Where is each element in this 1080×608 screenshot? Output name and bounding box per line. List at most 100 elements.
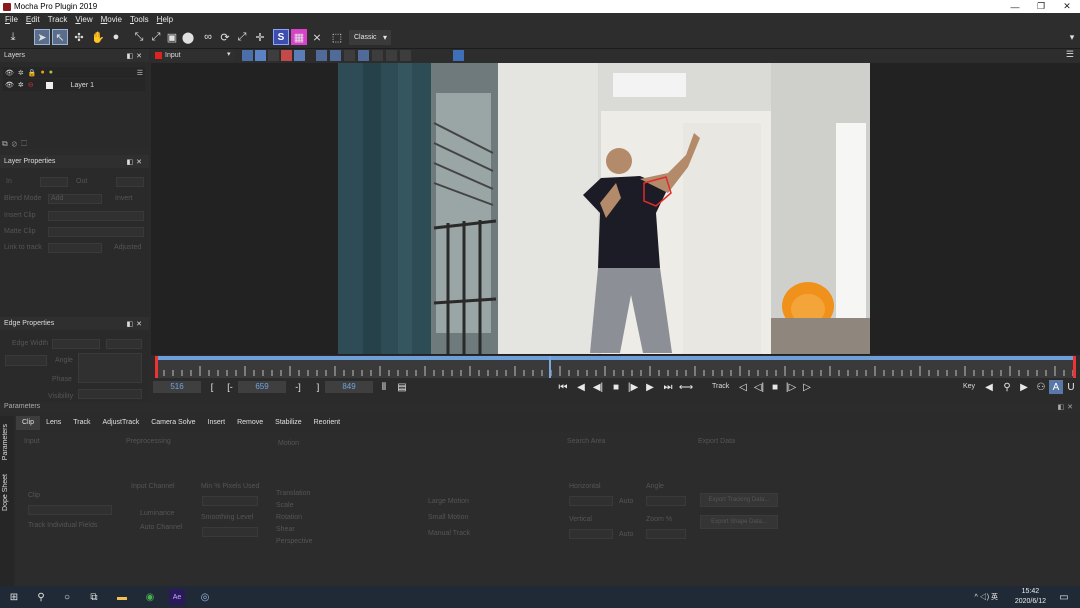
add-key-icon[interactable]: ⚲ <box>1000 380 1014 394</box>
view-options-icon[interactable] <box>358 50 369 61</box>
toolbar-menu-icon[interactable]: ▾ <box>1064 29 1080 45</box>
after-effects-icon[interactable]: Ae <box>169 589 185 605</box>
out-bracket-icon[interactable]: ] <box>311 380 325 394</box>
next-key-icon[interactable]: ▶ <box>1017 380 1031 394</box>
system-tray[interactable]: ^ ◁) 英 <box>974 592 998 602</box>
play-icon[interactable]: ▶ <box>643 380 657 394</box>
track-frame-back-icon[interactable]: ◁| <box>752 380 766 394</box>
mask-icon[interactable] <box>294 50 305 61</box>
link-icon[interactable] <box>268 50 279 61</box>
vertical-field[interactable] <box>569 529 613 539</box>
panel-controls-icon[interactable]: ◧✕ <box>127 52 145 60</box>
view-edit-icon[interactable] <box>344 50 355 61</box>
overlay-icon[interactable] <box>281 50 292 61</box>
min-pixels-used-field[interactable] <box>202 496 258 506</box>
viewer-menu-icon[interactable]: ☰ <box>1066 49 1074 60</box>
menu-movie[interactable]: Movie <box>101 15 122 24</box>
rgb-icon[interactable] <box>242 50 253 61</box>
crosshair-icon[interactable]: ✛ <box>252 29 268 45</box>
layer-color-swatch[interactable] <box>45 81 53 89</box>
export-shape-data-button[interactable]: Export Shape Data... <box>700 515 778 529</box>
alpha-icon[interactable] <box>255 50 266 61</box>
translation-checkbox[interactable]: Translation <box>276 490 310 497</box>
edge-width-button[interactable] <box>106 339 142 349</box>
cache-icon[interactable]: ▤ <box>395 380 409 394</box>
lock-icon[interactable]: ⊖ <box>28 81 34 89</box>
zoom-icon[interactable]: ● <box>108 29 124 45</box>
shear-checkbox[interactable]: Shear <box>276 526 295 533</box>
visibility-field[interactable] <box>78 389 142 399</box>
clip-select[interactable] <box>28 505 112 515</box>
track-backward-icon[interactable]: ◁ <box>736 380 750 394</box>
layer-name[interactable]: Layer 1 <box>71 82 94 89</box>
transform-icon[interactable]: ⤡ <box>131 29 147 45</box>
input-dropdown[interactable]: Input <box>163 50 235 61</box>
menu-help[interactable]: Help <box>157 15 173 24</box>
prev-key-icon[interactable]: ◀ <box>982 380 996 394</box>
visibility-icon[interactable]: 👁 <box>5 69 14 77</box>
clock[interactable]: 15:42 2020/6/12 <box>1015 587 1046 607</box>
scale-checkbox[interactable]: Scale <box>276 502 294 509</box>
track-individual-fields-label[interactable]: Track Individual Fields <box>28 522 97 529</box>
surface-button[interactable]: S <box>273 29 289 45</box>
trim-icon[interactable]: ⫴ <box>377 380 391 394</box>
menu-edit[interactable]: Edit <box>26 15 40 24</box>
layer-row[interactable]: 👁 ✲ ⊖ Layer 1 <box>3 79 145 91</box>
pan-icon[interactable] <box>372 50 383 61</box>
track-stop-icon[interactable]: ■ <box>768 380 782 394</box>
mocha-icon[interactable]: ◎ <box>197 589 213 605</box>
autokey-icon[interactable]: A <box>1049 380 1063 394</box>
out-frame-field[interactable]: 849 <box>325 381 373 393</box>
frame-icon[interactable]: ⬚ <box>329 29 345 45</box>
notification-icon[interactable]: ▭ <box>1056 589 1072 605</box>
in-field[interactable] <box>40 177 68 187</box>
insert-clip-select[interactable] <box>48 211 144 221</box>
save-icon[interactable]: ⤓ <box>5 29 21 45</box>
blend-mode-select[interactable]: Add <box>48 194 102 204</box>
minimize-button[interactable]: — <box>1002 0 1028 13</box>
bezier-icon[interactable]: ⟳ <box>217 29 233 45</box>
matte-clip-select[interactable] <box>48 227 144 237</box>
in-frame-field[interactable]: 659 <box>238 381 286 393</box>
edge-mode-button[interactable] <box>5 355 47 366</box>
link-to-track-select[interactable] <box>48 243 102 253</box>
panel-controls-icon[interactable]: ◧✕ <box>127 320 145 328</box>
task-view-icon[interactable]: ⧉ <box>86 589 102 605</box>
set-in-icon[interactable]: [- <box>223 380 237 394</box>
view-compare-icon[interactable] <box>330 50 341 61</box>
angle-dial[interactable] <box>78 353 142 383</box>
fit-icon[interactable]: ⤢ <box>234 29 250 45</box>
video-frame[interactable] <box>338 63 870 354</box>
windows-start-icon[interactable]: ⊞ <box>6 589 22 605</box>
close-button[interactable]: ✕ <box>1054 0 1080 13</box>
tab-reorient[interactable]: Reorient <box>307 416 347 430</box>
lock-icon[interactable]: 🔒 <box>28 69 37 77</box>
search-icon[interactable]: ⚲ <box>33 589 49 605</box>
out-point-marker[interactable] <box>1073 356 1076 378</box>
tab-remove[interactable]: Remove <box>231 416 270 430</box>
side-tab-dope-sheet[interactable]: Dope Sheet <box>2 474 9 511</box>
panel-controls-icon[interactable]: ◧✕ <box>1058 403 1076 411</box>
pan-hand-icon[interactable]: ✋ <box>90 29 106 45</box>
manual-track-radio[interactable]: Manual Track <box>428 530 470 537</box>
menu-file[interactable]: File <box>5 15 18 24</box>
horizontal-auto-checkbox[interactable]: Auto <box>619 498 633 505</box>
delete-key-icon[interactable]: ⚇ <box>1034 380 1048 394</box>
tab-adjusttrack[interactable]: AdjustTrack <box>96 416 146 430</box>
gear-icon[interactable]: ✲ <box>18 69 24 77</box>
timeline[interactable] <box>155 356 1076 378</box>
set-out-icon[interactable]: -] <box>291 380 305 394</box>
loop-icon[interactable]: ⟷ <box>679 380 693 394</box>
step-back-icon[interactable]: ◀| <box>591 380 605 394</box>
layout-dropdown[interactable]: Classic <box>349 30 391 45</box>
step-forward-icon[interactable]: |▶ <box>626 380 640 394</box>
chevron-down-icon[interactable]: ▾ <box>227 50 231 58</box>
layers-menu-icon[interactable]: ☰ <box>137 69 143 77</box>
track-forward-icon[interactable]: ▷ <box>800 380 814 394</box>
scale-icon[interactable]: ⤢ <box>148 29 164 45</box>
key-reset-icon[interactable]: U <box>1064 380 1078 394</box>
panel-controls-icon[interactable]: ◧✕ <box>127 158 145 166</box>
view-single-icon[interactable] <box>316 50 327 61</box>
playhead[interactable] <box>549 356 551 378</box>
zoom-field[interactable] <box>646 529 686 539</box>
